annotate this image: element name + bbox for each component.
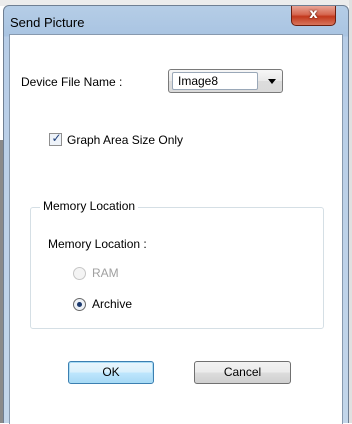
send-picture-dialog: Send Picture x Device File Name : Image8… [3,5,349,424]
ram-radio[interactable] [73,267,86,280]
device-file-name-value-box: Image8 [172,72,258,90]
graph-area-size-only-label[interactable]: Graph Area Size Only [67,133,183,147]
graph-area-size-only-checkbox[interactable]: ✓ [49,131,62,146]
device-file-name-label: Device File Name : [21,75,123,89]
device-file-name-select[interactable]: Image8 [168,69,283,93]
cancel-button[interactable]: Cancel [194,361,291,384]
close-button[interactable]: x [291,6,336,26]
ram-radio-label[interactable]: RAM [92,266,119,280]
close-icon: x [309,7,318,22]
memory-location-group-label: Memory Location [40,199,139,213]
checkmark-icon: ✓ [51,131,62,145]
archive-radio-label[interactable]: Archive [92,297,132,311]
window-title: Send Picture [10,15,85,30]
window-edge-left [0,140,3,423]
memory-location-label: Memory Location : [48,237,147,251]
archive-radio[interactable] [73,298,86,311]
chevron-down-icon [268,79,276,84]
ok-button[interactable]: OK [68,361,154,384]
device-file-name-value: Image8 [178,74,219,88]
dialog-client-area: Device File Name : Image8 ✓ Graph Area S… [9,34,343,424]
